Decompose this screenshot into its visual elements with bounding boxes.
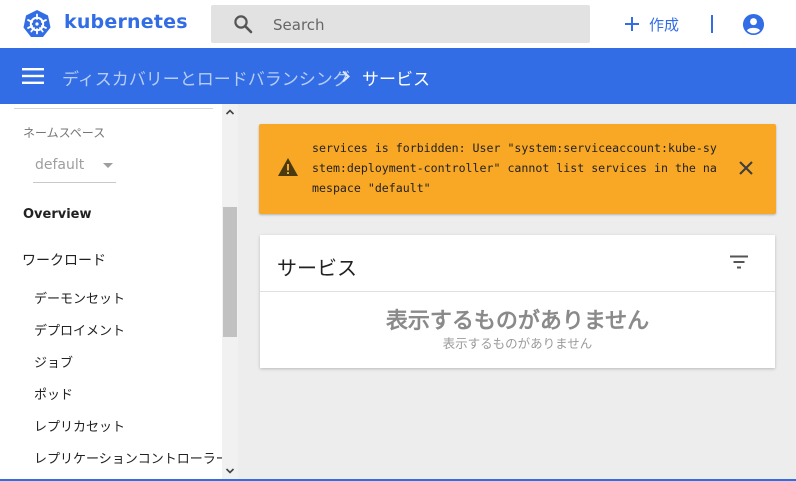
services-card: サービス 表示するものがありません 表示するものがありません (260, 235, 775, 368)
namespace-value: default (35, 157, 85, 173)
breadcrumb-parent[interactable]: ディスカバリーとロードバランシング (62, 65, 350, 90)
sidebar-item-overview[interactable]: Overview (23, 207, 92, 222)
card-title: サービス (277, 256, 357, 280)
account-icon[interactable] (742, 13, 765, 36)
sidebar-item-daemonsets[interactable]: デーモンセット (34, 288, 125, 307)
sidebar-item-workload[interactable]: ワークロード (22, 250, 106, 270)
scrollbar-thumb[interactable] (223, 207, 237, 337)
search-box[interactable] (211, 5, 590, 45)
breadcrumb-bar: ディスカバリーとロードバランシング サービス (0, 48, 796, 104)
sidebar-divider (14, 108, 213, 109)
error-alert: services is forbidden: User "system:serv… (259, 124, 776, 214)
search-input[interactable] (271, 5, 575, 45)
warning-icon (278, 158, 298, 176)
alert-message: services is forbidden: User "system:serv… (312, 141, 717, 195)
close-icon[interactable] (738, 160, 754, 176)
create-button-label: 作成 (649, 15, 680, 34)
sidebar-scrollbar[interactable] (222, 104, 238, 481)
kubernetes-logo[interactable] (22, 9, 52, 39)
menu-icon[interactable] (22, 67, 44, 85)
plus-icon (625, 17, 639, 31)
create-button[interactable]: 作成 (623, 12, 679, 36)
sidebar: ネームスペース default Overview ワークロード デーモンセット … (0, 104, 238, 481)
filter-icon[interactable] (729, 255, 749, 269)
top-bar: kubernetes 作成 (0, 0, 796, 48)
scroll-up-icon[interactable] (225, 108, 235, 116)
card-divider (260, 291, 775, 292)
brand-name[interactable]: kubernetes (64, 11, 188, 33)
sidebar-item-deployments[interactable]: デプロイメント (34, 320, 125, 339)
empty-state-title: 表示するものがありません (385, 309, 650, 334)
empty-state-subtitle: 表示するものがありません (442, 336, 593, 351)
scroll-down-icon[interactable] (225, 467, 235, 475)
search-icon (234, 15, 253, 34)
sidebar-item-pods[interactable]: ポッド (34, 384, 73, 403)
namespace-select[interactable]: default (33, 150, 116, 183)
chevron-right-icon (342, 70, 350, 83)
sidebar-item-replicasets[interactable]: レプリカセット (34, 416, 125, 435)
breadcrumb-current: サービス (362, 70, 430, 90)
toolbar-divider (711, 15, 713, 33)
sidebar-item-replicationcontrollers[interactable]: レプリケーションコントローラー (34, 448, 229, 467)
sidebar-item-jobs[interactable]: ジョブ (34, 352, 73, 371)
namespace-label: ネームスペース (23, 126, 106, 140)
dropdown-arrow-icon (103, 163, 113, 168)
